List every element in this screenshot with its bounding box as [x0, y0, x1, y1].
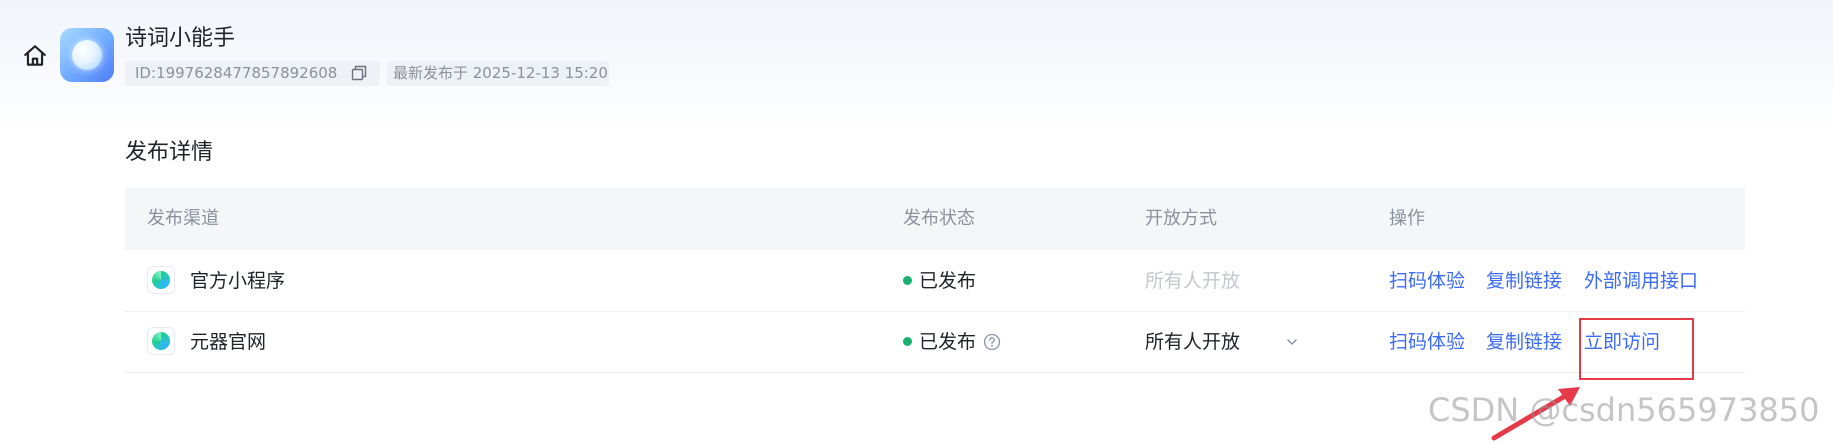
header-actions: 操作: [1389, 208, 1425, 229]
home-icon[interactable]: [22, 43, 48, 69]
status-dot-icon: [903, 336, 912, 346]
header-access: 开放方式: [1145, 208, 1217, 229]
status-dot-icon: [903, 275, 912, 285]
access-mode-select[interactable]: 所有人开放: [1145, 312, 1240, 372]
access-mode: 所有人开放: [1145, 270, 1241, 292]
section-title: 发布详情: [125, 140, 214, 165]
copy-link-link[interactable]: 复制链接: [1486, 251, 1562, 311]
last-published-chip: 最新发布于 2025-12-13 15:20: [387, 61, 609, 86]
chevron-down-icon[interactable]: [1285, 335, 1299, 349]
copy-icon[interactable]: [350, 64, 368, 82]
header-status: 发布状态: [903, 208, 975, 229]
watermark: CSDN @csdn565973850: [1428, 391, 1820, 429]
annotation-highlight-box: [1579, 318, 1694, 380]
scan-experience-link[interactable]: 扫码体验: [1389, 251, 1465, 311]
header-channel: 发布渠道: [147, 208, 219, 229]
table-row: 元器官网 已发布 所有人开放 扫码体验 复制链接 立即访问: [125, 312, 1745, 373]
table-header: 发布渠道 发布状态 开放方式 操作: [125, 188, 1745, 250]
app-title: 诗词小能手: [125, 26, 236, 51]
publish-status: 已发布: [903, 251, 976, 311]
yuanqi-site-icon: [147, 327, 175, 355]
channel-name: 官方小程序: [190, 270, 286, 292]
scan-experience-link[interactable]: 扫码体验: [1389, 312, 1465, 372]
copy-link-link[interactable]: 复制链接: [1486, 312, 1562, 372]
question-circle-icon[interactable]: [983, 333, 1001, 351]
status-label: 已发布: [919, 270, 977, 292]
mini-program-icon: [147, 266, 175, 294]
publish-status: 已发布: [903, 312, 976, 372]
app-id-chip: ID:1997628477857892608: [125, 61, 380, 86]
external-api-link[interactable]: 外部调用接口: [1584, 251, 1698, 311]
channel-name: 元器官网: [190, 331, 267, 353]
table-row: 官方小程序 已发布 所有人开放 扫码体验 复制链接 外部调用接口: [125, 251, 1745, 312]
status-label: 已发布: [919, 331, 977, 353]
app-logo: [60, 28, 114, 82]
